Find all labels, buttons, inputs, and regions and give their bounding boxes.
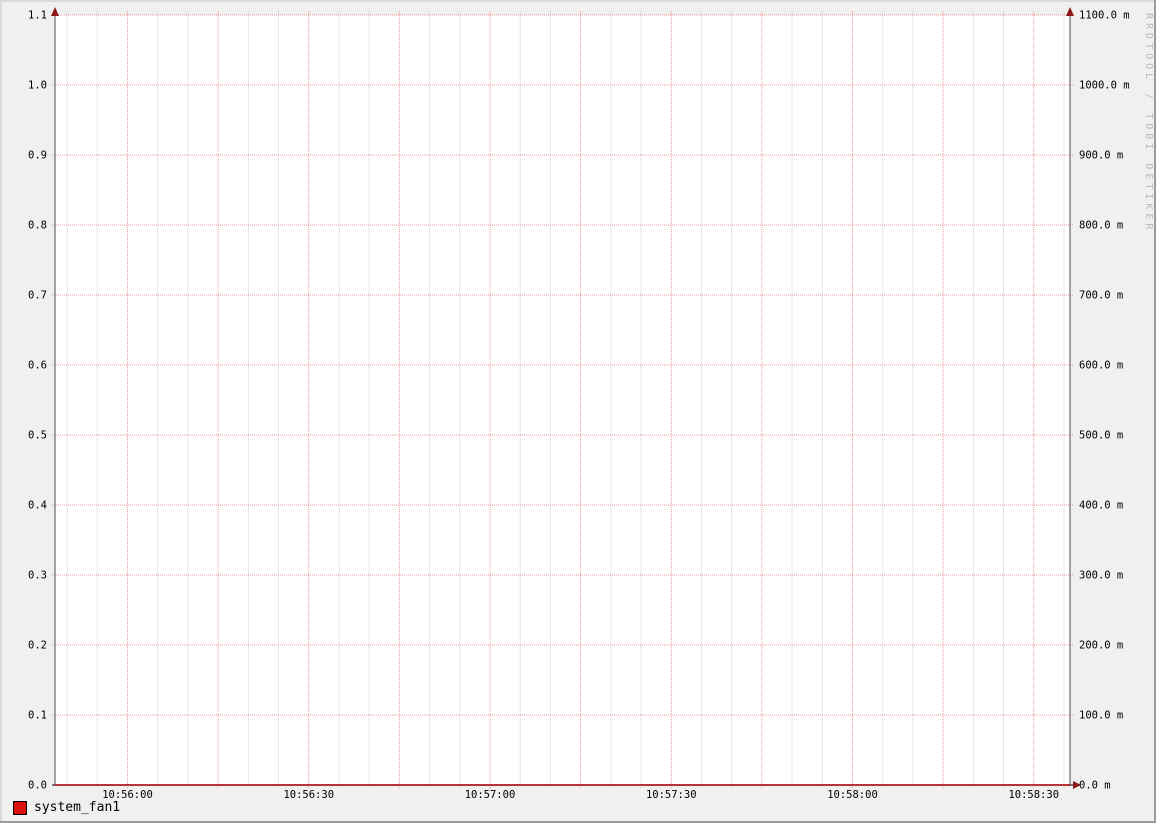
y-axis-left-tick-label: 1.1 <box>28 10 47 22</box>
y-axis-right-tick-label: 800.0 m <box>1079 220 1123 232</box>
rrdtool-watermark: RRDTOOL / TOBI OETIKER <box>1143 13 1154 234</box>
y-axis-left-tick-label: 0.1 <box>28 710 47 722</box>
x-axis-tick-label: 10:57:30 <box>646 789 697 801</box>
x-axis-tick-label: 10:58:00 <box>827 789 878 801</box>
y-axis-left-tick-label: 0.7 <box>28 290 47 302</box>
y-axis-left-tick-label: 0.5 <box>28 430 47 442</box>
y-axis-left-tick-label: 0.6 <box>28 360 47 372</box>
y-axis-right-tick-label: 0.0 m <box>1079 780 1111 792</box>
legend-label-system-fan1: system_fan1 <box>34 800 121 815</box>
y-axis-right-tick-label: 400.0 m <box>1079 500 1123 512</box>
chart-canvas: 0.0 0.1 0.2 0.3 0.4 0.5 0.6 0.7 0.8 0.9 1.0 1.1 0.0 … <box>28 7 1130 801</box>
rrdtool-graph: 0.0 0.1 0.2 0.3 0.4 0.5 0.6 0.7 0.8 0.9 1.0 1.1 0.0 … <box>0 0 1156 823</box>
y-axis-right-tick-label: 300.0 m <box>1079 570 1123 582</box>
right-axis-arrow-icon <box>1066 7 1074 16</box>
y-axis-right-tick-label: 700.0 m <box>1079 290 1123 302</box>
y-axis-right-tick-label: 100.0 m <box>1079 710 1123 722</box>
y-axis-left-tick-label: 0.0 <box>28 780 47 792</box>
x-axis-tick-label: 10:56:30 <box>283 789 334 801</box>
bevel-border-left <box>0 0 2 823</box>
y-axis-right-tick-label: 500.0 m <box>1079 430 1123 442</box>
y-axis-left-tick-label: 0.3 <box>28 570 47 582</box>
y-axis-left-tick-label: 0.4 <box>28 500 47 512</box>
legend-swatch-system-fan1 <box>13 801 27 815</box>
left-axis-arrow-icon <box>51 7 59 16</box>
y-axis-right-tick-label: 1000.0 m <box>1079 80 1130 92</box>
bevel-border-top <box>0 0 1156 2</box>
x-axis-tick-label: 10:57:00 <box>465 789 516 801</box>
y-axis-right-tick-label: 1100.0 m <box>1079 10 1130 22</box>
y-axis-left-tick-label: 1.0 <box>28 80 47 92</box>
y-axis-left-tick-label: 0.2 <box>28 640 47 652</box>
y-axis-left-tick-label: 0.8 <box>28 220 47 232</box>
x-axis-tick-label: 10:58:30 <box>1008 789 1059 801</box>
y-axis-left-tick-label: 0.9 <box>28 150 47 162</box>
y-axis-right-tick-label: 600.0 m <box>1079 360 1123 372</box>
y-axis-right-tick-label: 900.0 m <box>1079 150 1123 162</box>
chart-legend: system_fan1 <box>13 800 120 816</box>
y-axis-right-tick-label: 200.0 m <box>1079 640 1123 652</box>
plot-area <box>55 15 1070 785</box>
